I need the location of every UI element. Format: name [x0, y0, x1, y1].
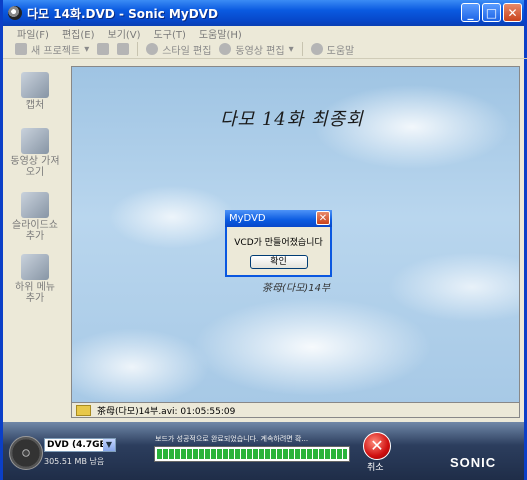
- chevron-down-icon[interactable]: ▼: [103, 439, 115, 451]
- dialog-title: MyDVD: [229, 213, 266, 224]
- toolbar-divider: [137, 42, 139, 56]
- folder-icon: [76, 404, 91, 416]
- disc-icon: [9, 436, 43, 470]
- remaining-space: 305.51 MB 남음: [44, 457, 105, 466]
- cancel-button[interactable]: ✕: [363, 432, 391, 460]
- edit-style-button[interactable]: 스타일 편집: [146, 42, 211, 57]
- bottom-panel: DVD (4.7GB) ▼ 305.51 MB 남음 보드가 성공적으로 완료되…: [3, 422, 524, 480]
- status-file: 茶母(다모)14부.avi: 01:05:55:09: [97, 406, 236, 417]
- app-window: 다모 14화.DVD - Sonic MyDVD _ □ ✕ 파일(F) 편집(…: [0, 0, 527, 480]
- menu-tools[interactable]: 도구(T): [154, 26, 186, 41]
- close-button[interactable]: ✕: [503, 3, 522, 22]
- menu-view[interactable]: 보기(V): [108, 26, 141, 41]
- folder-icon: [97, 43, 110, 55]
- cancel-label: 취소: [367, 463, 384, 473]
- help-icon: [310, 43, 323, 55]
- new-project-label: 새 프로젝트: [31, 45, 81, 57]
- status-bar: 茶母(다모)14부.avi: 01:05:55:09: [71, 403, 520, 418]
- ok-button[interactable]: 확인: [249, 255, 308, 269]
- film-import-icon: [21, 128, 49, 154]
- maximize-button[interactable]: □: [482, 3, 501, 22]
- disc-type-select[interactable]: DVD (4.7GB) ▼: [44, 438, 116, 452]
- dialog-message: VCD가 만들어졌습니다: [234, 238, 323, 248]
- sidebar-item-label: 하위 메뉴 추가: [15, 282, 55, 304]
- window-title: 다모 14화.DVD - Sonic MyDVD: [27, 6, 218, 21]
- sidebar-item-label: 동영상 가져오기: [10, 156, 60, 178]
- edit-movie-button[interactable]: 동영상 편집 ▾: [219, 42, 294, 57]
- sidebar-item-label: 캡처: [25, 100, 45, 111]
- sonic-logo: SONIC: [450, 455, 497, 470]
- help-button[interactable]: 도움말: [310, 42, 355, 57]
- new-project-button[interactable]: 새 프로젝트 ▾: [15, 42, 89, 57]
- menu-bar: 파일(F) 편집(E) 보기(V) 도구(T) 도움말(H): [3, 26, 527, 41]
- progress-bar: [154, 446, 350, 462]
- menu-file[interactable]: 파일(F): [17, 26, 49, 41]
- sidebar-item-add-slideshow[interactable]: 슬라이드쇼 추가: [9, 192, 61, 242]
- sidebar-item-import-video[interactable]: 동영상 가져오기: [9, 128, 61, 178]
- toolbar: 새 프로젝트 ▾ 스타일 편집 동영상 편집 ▾ 도움말: [3, 40, 527, 59]
- sidebar-item-label: 슬라이드쇼 추가: [12, 220, 58, 242]
- mydvd-app-icon[interactable]: [8, 6, 22, 20]
- sidebar-item-add-submenu[interactable]: 하위 메뉴 추가: [11, 254, 59, 304]
- save-icon: [117, 43, 130, 55]
- menu-edit[interactable]: 편집(E): [62, 26, 95, 41]
- edit-movie-label: 동영상 편집: [235, 45, 285, 57]
- edit-style-label: 스타일 편집: [162, 45, 212, 57]
- chevron-down-icon[interactable]: ▾: [289, 44, 294, 55]
- chevron-down-icon[interactable]: ▾: [84, 44, 89, 55]
- disc-menu-title[interactable]: 다모 14화 최종회: [220, 105, 364, 131]
- menu-help[interactable]: 도움말(H): [199, 26, 242, 41]
- open-button[interactable]: [97, 43, 110, 55]
- help-label: 도움말: [326, 45, 355, 57]
- menu-button-label[interactable]: 茶母(다모)14부: [262, 279, 330, 294]
- disc-type-value: DVD (4.7GB): [47, 440, 111, 450]
- progress-status-text: 보드가 성공적으로 완료되었습니다. 계속하려면 확...: [155, 435, 309, 443]
- submenu-icon: [21, 254, 49, 280]
- dialog-title-bar[interactable]: MyDVD ✕: [225, 210, 332, 227]
- camera-icon: [21, 72, 49, 98]
- new-document-icon: [15, 43, 27, 55]
- movie-edit-icon: [219, 43, 232, 55]
- sidebar-item-capture[interactable]: 캡처: [11, 72, 59, 111]
- slideshow-icon: [21, 192, 49, 218]
- toolbar-divider: [301, 42, 303, 56]
- style-icon: [146, 43, 159, 55]
- dialog-close-button[interactable]: ✕: [316, 211, 330, 225]
- minimize-button[interactable]: _: [461, 3, 480, 22]
- title-bar[interactable]: 다모 14화.DVD - Sonic MyDVD _ □ ✕: [3, 0, 524, 26]
- progress-fill: [157, 449, 347, 459]
- sidebar: 캡처 동영상 가져오기 슬라이드쇼 추가 하위 메뉴 추가: [3, 60, 67, 404]
- mydvd-dialog: MyDVD ✕ VCD가 만들어졌습니다 확인: [225, 210, 332, 277]
- save-button[interactable]: [117, 43, 130, 55]
- window-controls: _ □ ✕: [461, 3, 522, 22]
